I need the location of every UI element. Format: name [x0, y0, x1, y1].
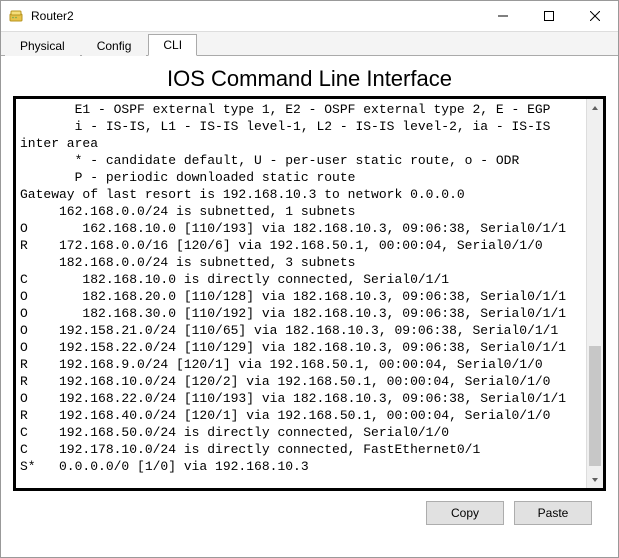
term-line: P - periodic downloaded static route	[20, 169, 582, 186]
term-line: O 182.168.30.0 [110/192] via 182.168.10.…	[20, 305, 582, 322]
window-controls	[480, 1, 618, 31]
term-line: R 172.168.0.0/16 [120/6] via 192.168.50.…	[20, 237, 582, 254]
tab-config[interactable]: Config	[82, 35, 147, 56]
window-title: Router2	[31, 9, 480, 23]
scroll-up-button[interactable]	[587, 99, 603, 116]
term-line: C 182.168.10.0 is directly connected, Se…	[20, 271, 582, 288]
term-line: 182.168.0.0/24 is subnetted, 3 subnets	[20, 254, 582, 271]
term-line: O 192.158.21.0/24 [110/65] via 182.168.1…	[20, 322, 582, 339]
footer-buttons: Copy Paste	[13, 491, 606, 525]
term-line: 162.168.0.0/24 is subnetted, 1 subnets	[20, 203, 582, 220]
scroll-track[interactable]	[587, 116, 603, 471]
close-button[interactable]	[572, 1, 618, 31]
copy-button[interactable]: Copy	[426, 501, 504, 525]
term-line: R 192.168.9.0/24 [120/1] via 192.168.50.…	[20, 356, 582, 373]
term-line: R 192.168.10.0/24 [120/2] via 192.168.50…	[20, 373, 582, 390]
term-line: O 182.168.20.0 [110/128] via 182.168.10.…	[20, 288, 582, 305]
scroll-thumb[interactable]	[589, 346, 601, 466]
term-line: * - candidate default, U - per-user stat…	[20, 152, 582, 169]
term-line: C 192.178.10.0/24 is directly connected,…	[20, 441, 582, 458]
cli-heading: IOS Command Line Interface	[167, 66, 452, 91]
cli-terminal[interactable]: E1 - OSPF external type 1, E2 - OSPF ext…	[13, 96, 606, 491]
tab-cli[interactable]: CLI	[148, 34, 197, 56]
paste-button[interactable]: Paste	[514, 501, 592, 525]
terminal-output[interactable]: E1 - OSPF external type 1, E2 - OSPF ext…	[16, 99, 586, 488]
term-line: S* 0.0.0.0/0 [1/0] via 192.168.10.3	[20, 458, 582, 475]
titlebar: Router2	[1, 1, 618, 32]
content-area: IOS Command Line Interface E1 - OSPF ext…	[1, 56, 618, 525]
scroll-down-button[interactable]	[587, 471, 603, 488]
term-line: O 162.168.10.0 [110/193] via 182.168.10.…	[20, 220, 582, 237]
term-line: R 192.168.40.0/24 [120/1] via 192.168.50…	[20, 407, 582, 424]
term-line: Gateway of last resort is 192.168.10.3 t…	[20, 186, 582, 203]
terminal-scrollbar[interactable]	[586, 99, 603, 488]
minimize-button[interactable]	[480, 1, 526, 31]
heading-bar: IOS Command Line Interface	[13, 60, 606, 96]
term-line: C 192.168.50.0/24 is directly connected,…	[20, 424, 582, 441]
term-line: inter area	[20, 135, 582, 152]
term-line: E1 - OSPF external type 1, E2 - OSPF ext…	[20, 101, 582, 118]
app-icon	[9, 8, 25, 24]
term-line: O 192.158.22.0/24 [110/129] via 182.168.…	[20, 339, 582, 356]
maximize-button[interactable]	[526, 1, 572, 31]
term-line: i - IS-IS, L1 - IS-IS level-1, L2 - IS-I…	[20, 118, 582, 135]
tab-bar: Physical Config CLI	[1, 32, 618, 56]
tab-physical[interactable]: Physical	[5, 35, 80, 56]
term-line: O 192.168.22.0/24 [110/193] via 182.168.…	[20, 390, 582, 407]
